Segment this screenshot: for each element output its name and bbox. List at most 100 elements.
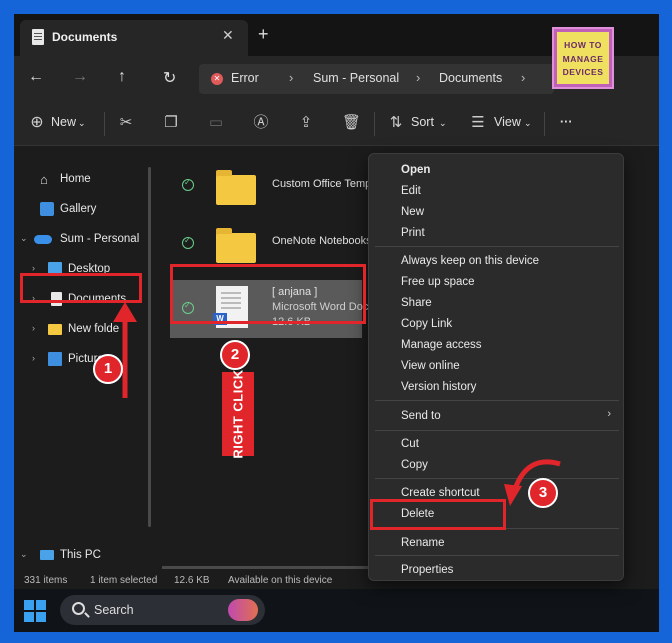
view-icon[interactable]: ☰: [469, 114, 487, 132]
breadcrumb-separator[interactable]: ›: [416, 70, 420, 85]
back-button[interactable]: ←: [28, 68, 44, 86]
chevron-down-icon[interactable]: ⌄: [20, 233, 28, 244]
breadcrumb-error[interactable]: Error: [231, 71, 259, 85]
chevron-right-icon[interactable]: ›: [32, 353, 35, 363]
tab-title: Documents: [52, 30, 118, 44]
breadcrumb-documents[interactable]: Documents: [439, 71, 502, 85]
menu-item-rename[interactable]: Rename: [401, 537, 444, 549]
close-tab-icon[interactable]: ✕: [222, 27, 234, 44]
file-name: OneNote Notebooks: [272, 235, 372, 247]
selection-count: 1 item selected: [90, 575, 158, 586]
availability-status: Available on this device: [228, 575, 333, 586]
command-bar: ⊕ New ⌄ ✂ ❐ ▭ Ⓐ ⇪ 🗑 ⇅ Sort ⌄ ☰ View ⌄ ··…: [14, 102, 659, 146]
address-bar[interactable]: ✕ Error › Sum - Personal › Documents ›: [199, 64, 554, 94]
search-label: Search: [94, 603, 134, 617]
up-button[interactable]: ↑: [118, 68, 126, 86]
new-plus-icon[interactable]: ⊕: [28, 114, 46, 132]
menu-item-manage-access[interactable]: Manage access: [401, 339, 482, 351]
menu-item-view-online[interactable]: View online: [401, 360, 460, 372]
sync-status-icon: [182, 236, 194, 249]
menu-item-always-keep[interactable]: Always keep on this device: [401, 255, 539, 267]
menu-item-edit[interactable]: Edit: [401, 185, 421, 197]
document-icon: [32, 29, 44, 45]
forward-button[interactable]: →: [72, 68, 88, 86]
divider: [544, 112, 545, 136]
chevron-down-icon[interactable]: ⌄: [524, 118, 532, 129]
logo-line: HOW TO: [564, 40, 602, 50]
file-row-onenote-notebooks[interactable]: OneNote Notebooks: [170, 213, 372, 271]
logo-line: MANAGE: [562, 54, 604, 64]
menu-item-free-up-space[interactable]: Free up space: [401, 276, 475, 288]
chevron-right-icon[interactable]: ›: [32, 263, 35, 273]
step-badge-1: 1: [93, 354, 123, 384]
chevron-down-icon[interactable]: ⌄: [439, 118, 447, 129]
breadcrumb-separator[interactable]: ›: [521, 70, 525, 85]
view-button[interactable]: View: [494, 115, 521, 129]
menu-item-new[interactable]: New: [401, 206, 424, 218]
breadcrumb-sum-personal[interactable]: Sum - Personal: [313, 71, 399, 85]
file-row-custom-office-templates[interactable]: Custom Office Templa: [170, 155, 380, 213]
menu-item-copy-link[interactable]: Copy Link: [401, 318, 452, 330]
right-click-label: RIGHT CLICK: [222, 369, 254, 459]
chevron-down-icon[interactable]: ⌄: [78, 118, 86, 129]
sidebar-item-gallery[interactable]: Gallery: [14, 199, 154, 221]
menu-item-send-to[interactable]: Send to: [401, 410, 441, 422]
menu-item-share[interactable]: Share: [401, 297, 432, 309]
menu-item-copy[interactable]: Copy: [401, 459, 428, 471]
sort-icon[interactable]: ⇅: [387, 114, 405, 132]
logo-line: DEVICES: [562, 67, 604, 77]
folder-icon: [216, 228, 256, 263]
divider: [374, 112, 375, 136]
taskbar-search[interactable]: Search: [60, 595, 265, 625]
new-button[interactable]: New: [51, 115, 76, 129]
menu-item-print[interactable]: Print: [401, 227, 425, 239]
documents-highlight-box: [20, 273, 142, 303]
right-click-text: RIGHT CLICK: [230, 369, 246, 459]
sort-button[interactable]: Sort: [411, 115, 434, 129]
chevron-down-icon[interactable]: ⌄: [20, 549, 28, 560]
search-highlight-icon: [228, 599, 258, 621]
divider: [104, 112, 105, 136]
sidebar-item-label: Gallery: [60, 203, 97, 215]
menu-item-create-shortcut[interactable]: Create shortcut: [401, 487, 480, 499]
sidebar-item-label: Sum - Personal: [60, 233, 140, 245]
menu-separator: [375, 246, 619, 247]
error-icon: ✕: [211, 73, 223, 85]
folder-icon: [48, 324, 62, 335]
menu-item-open[interactable]: Open: [401, 164, 430, 176]
new-tab-button[interactable]: +: [258, 25, 269, 43]
logo-background: HOW TO MANAGE DEVICES: [557, 32, 609, 84]
sidebar-scrollbar[interactable]: [148, 167, 151, 527]
sidebar-item-home[interactable]: ⌂ Home: [14, 169, 154, 191]
sync-status-icon: [182, 178, 194, 191]
chevron-right-icon[interactable]: ›: [32, 323, 35, 333]
breadcrumb-separator[interactable]: ›: [289, 70, 293, 85]
rename-icon[interactable]: Ⓐ: [252, 114, 270, 132]
sidebar-item-label: Home: [60, 173, 91, 185]
windows-start-icon[interactable]: [24, 600, 46, 622]
taskbar: Search: [14, 589, 659, 632]
delete-icon[interactable]: 🗑: [342, 114, 361, 132]
menu-separator: [375, 400, 619, 401]
sidebar-item-label: This PC: [60, 549, 101, 561]
cut-icon[interactable]: ✂: [117, 114, 135, 132]
sidebar-item-sum-personal[interactable]: ⌄ Sum - Personal: [14, 229, 154, 251]
paste-icon[interactable]: ▭: [207, 114, 225, 132]
copy-icon[interactable]: ❐: [162, 114, 180, 132]
refresh-button[interactable]: ↻: [163, 68, 176, 88]
tab-documents[interactable]: Documents ✕: [20, 20, 248, 56]
arrow-up-icon: [113, 302, 137, 398]
onedrive-icon: [34, 235, 52, 244]
horizontal-scrollbar[interactable]: [162, 566, 377, 569]
sidebar-item-this-pc[interactable]: ⌄ This PC: [14, 545, 154, 567]
computer-icon: [40, 550, 54, 560]
search-icon: [72, 602, 85, 615]
share-icon[interactable]: ⇪: [297, 114, 315, 132]
chevron-right-icon: ›: [607, 408, 611, 420]
menu-item-version-history[interactable]: Version history: [401, 381, 476, 393]
folder-icon: [216, 170, 256, 205]
menu-item-properties[interactable]: Properties: [401, 564, 453, 576]
more-options-button[interactable]: ···: [560, 115, 573, 129]
menu-item-cut[interactable]: Cut: [401, 438, 419, 450]
file-name: Custom Office Templa: [272, 178, 380, 190]
